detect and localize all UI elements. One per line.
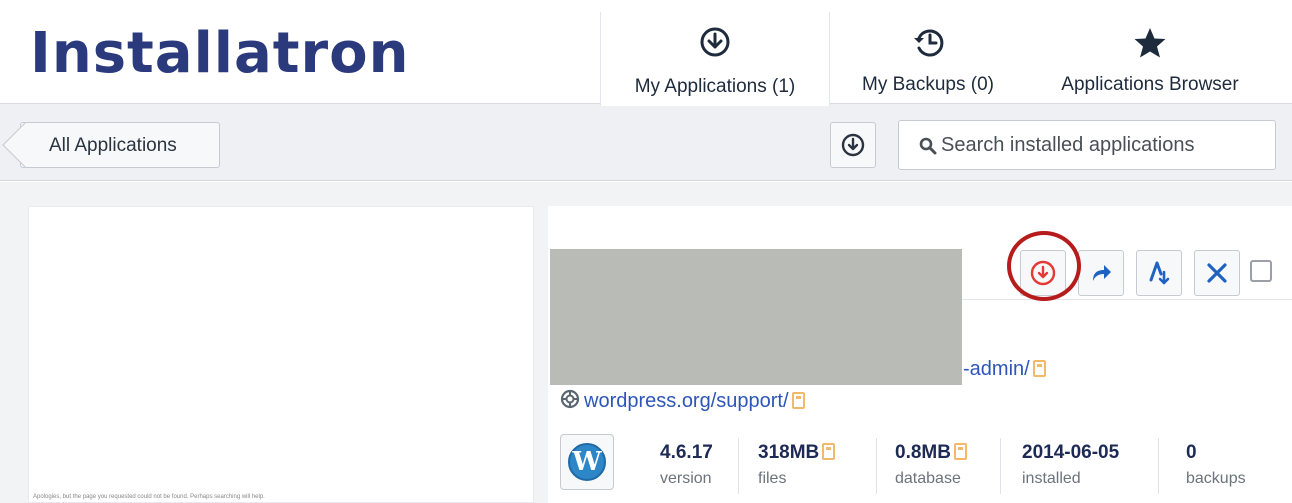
stat-value: 0 <box>1186 442 1197 463</box>
stat-files: 318MB files <box>758 442 836 492</box>
star-icon <box>1134 28 1166 58</box>
admin-link[interactable]: -admin/ <box>963 358 1046 381</box>
app-screenshot-preview[interactable]: Apologies, but the page you requested co… <box>28 206 534 503</box>
tab-applications-browser[interactable]: Applications Browser <box>1030 12 1270 104</box>
lifebuoy-icon <box>560 389 580 409</box>
installatron-logo[interactable]: Installatron <box>30 26 410 82</box>
tab-my-backups[interactable]: My Backups (0) <box>838 12 1018 104</box>
search-input[interactable] <box>941 129 1261 161</box>
stat-value: 318MB <box>758 442 820 463</box>
stat-value: 0.8MB <box>895 442 951 463</box>
external-link-icon[interactable] <box>953 443 967 460</box>
stat-separator <box>738 438 739 494</box>
stat-caption: files <box>758 470 787 487</box>
stat-separator <box>1158 438 1159 494</box>
tab-label: Applications Browser <box>1061 74 1239 95</box>
stat-backups: 0 backups <box>1186 442 1246 492</box>
support-link[interactable]: wordpress.org/support/ <box>560 389 805 413</box>
search-box[interactable] <box>898 120 1276 170</box>
stat-separator <box>1000 438 1001 494</box>
download-circle-icon <box>841 133 865 157</box>
all-applications-button[interactable]: All Applications <box>2 122 220 168</box>
support-link-text: wordpress.org/support/ <box>584 390 789 412</box>
restore-icon <box>1149 261 1170 285</box>
stat-caption: installed <box>1022 470 1081 487</box>
restore-button[interactable] <box>1136 250 1182 296</box>
close-x-icon <box>1207 263 1227 283</box>
stat-caption: database <box>895 470 961 487</box>
delete-button[interactable] <box>1194 250 1240 296</box>
stat-installed: 2014-06-05 installed <box>1022 442 1119 492</box>
wordpress-app-icon[interactable]: W <box>560 434 614 490</box>
highlight-circle <box>1007 231 1081 301</box>
stat-database: 0.8MB database <box>895 442 967 492</box>
stat-version: 4.6.17 version <box>660 442 713 492</box>
clone-button[interactable] <box>1078 250 1124 296</box>
back-button-label: All Applications <box>49 135 177 156</box>
select-checkbox[interactable] <box>1250 260 1272 282</box>
tab-my-applications[interactable]: My Applications (1) <box>600 12 830 106</box>
header: Installatron My Applications (1) My Back… <box>0 0 1292 106</box>
stat-value: 4.6.17 <box>660 442 713 463</box>
download-circle-icon <box>700 27 730 57</box>
redacted-region <box>550 249 962 385</box>
wordpress-icon: W <box>568 443 606 481</box>
search-icon <box>919 137 937 155</box>
history-clock-icon <box>914 29 944 57</box>
external-link-icon <box>791 392 805 409</box>
back-arrow <box>2 122 48 168</box>
stat-value: 2014-06-05 <box>1022 442 1120 463</box>
divider <box>962 299 1292 300</box>
stat-separator <box>876 438 877 494</box>
external-link-icon[interactable] <box>822 443 836 460</box>
share-arrow-icon <box>1093 265 1111 281</box>
external-link-icon <box>1032 360 1046 377</box>
admin-link-text: -admin/ <box>963 358 1030 380</box>
download-toolbar-button[interactable] <box>830 122 876 168</box>
tab-label: My Backups (0) <box>862 74 994 95</box>
tab-label: My Applications (1) <box>634 76 796 97</box>
stat-caption: version <box>660 470 712 487</box>
toolbar: All Applications <box>0 104 1292 181</box>
preview-caption: Apologies, but the page you requested co… <box>33 494 265 500</box>
stat-caption: backups <box>1186 470 1246 487</box>
